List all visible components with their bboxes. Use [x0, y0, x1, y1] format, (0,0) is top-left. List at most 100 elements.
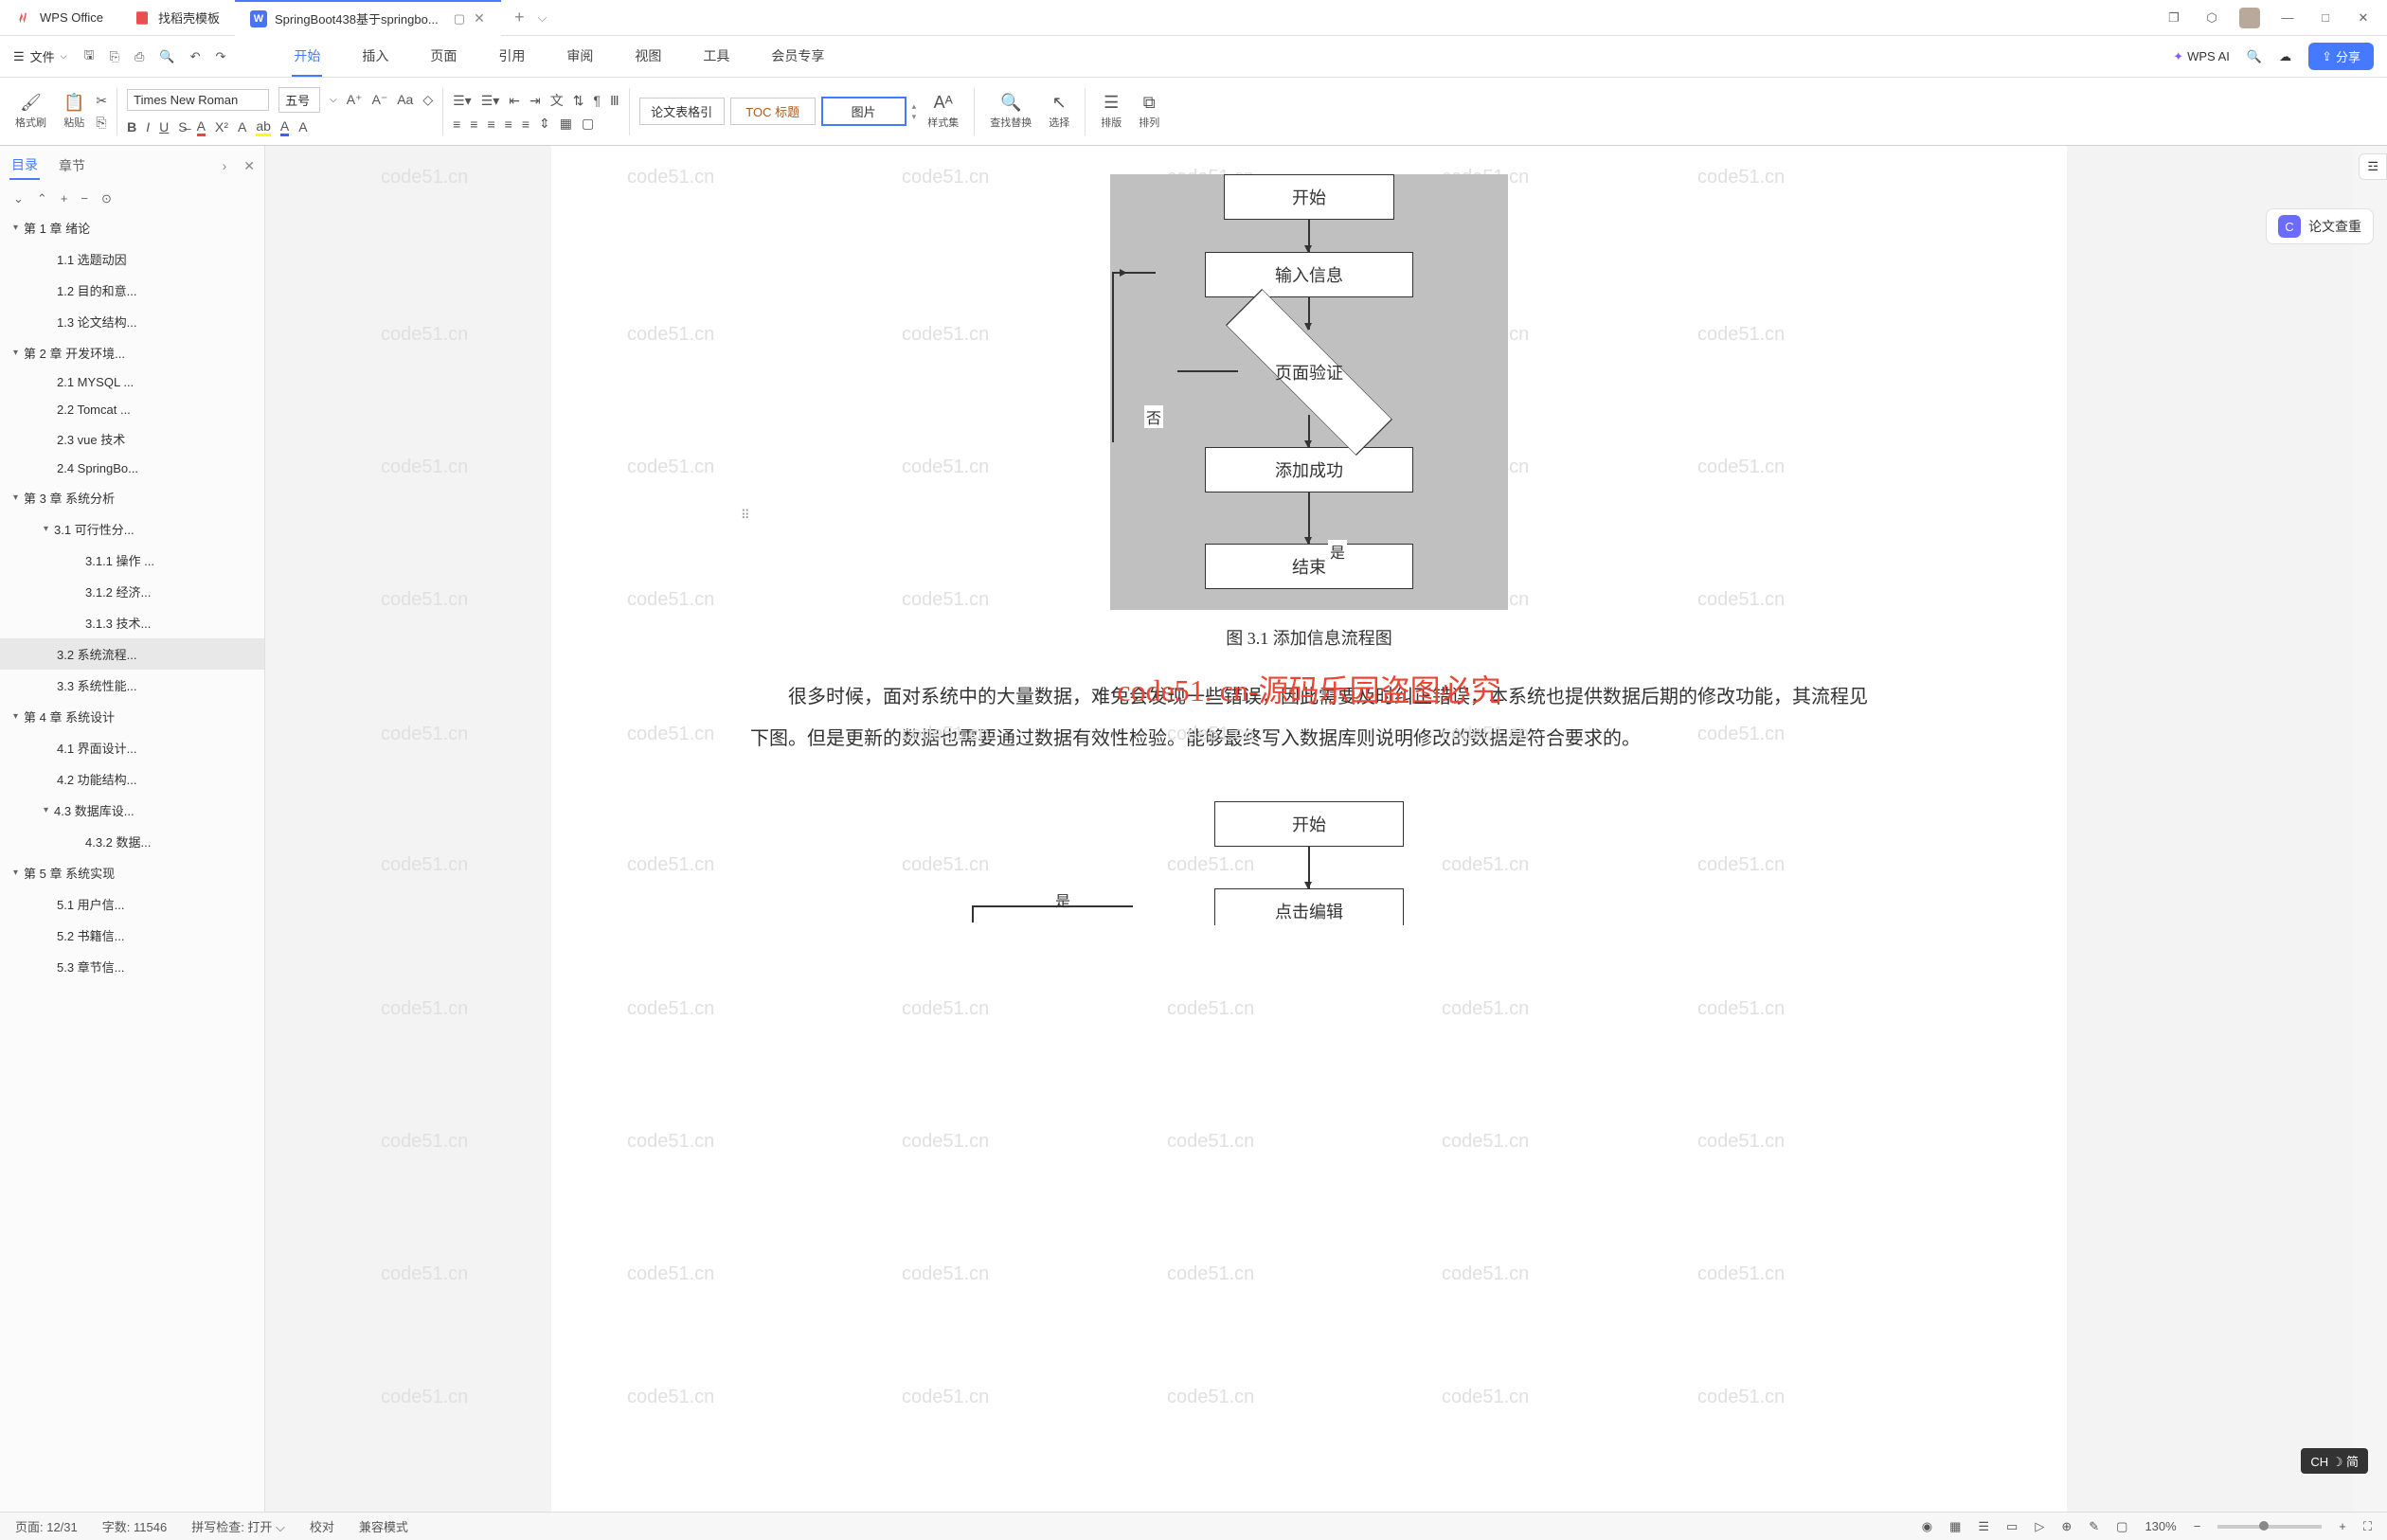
outline-item[interactable]: 4.3.2 数据... — [0, 826, 264, 857]
decrease-indent-icon[interactable]: ⇤ — [509, 93, 520, 109]
export-icon[interactable]: ⎘ — [110, 49, 119, 64]
outline-item[interactable]: 3.3 系统性能... — [0, 670, 264, 701]
new-tab-button[interactable]: + — [501, 8, 538, 27]
chevron-down-icon[interactable]: ⌵ — [330, 95, 337, 105]
outline-item[interactable]: ▾4.3 数据库设... — [0, 795, 264, 826]
outline-item[interactable]: ▾第 4 章 系统设计 — [0, 701, 264, 732]
tab-view[interactable]: 视图 — [633, 37, 663, 77]
tab-reference[interactable]: 引用 — [496, 37, 527, 77]
present-icon[interactable]: ▢ — [454, 11, 465, 27]
caret-icon[interactable]: ▾ — [13, 348, 18, 358]
underline-icon[interactable]: U — [159, 119, 169, 134]
outline-item[interactable]: 1.3 论文结构... — [0, 306, 264, 337]
distribute-icon[interactable]: ≡ — [522, 116, 529, 132]
multiwindow-icon[interactable]: ❐ — [2163, 8, 2184, 28]
bullet-list-icon[interactable]: ☰▾ — [453, 93, 472, 109]
outline-item[interactable]: 2.3 vue 技术 — [0, 423, 264, 455]
italic-icon[interactable]: I — [146, 119, 150, 134]
number-list-icon[interactable]: ☰▾ — [481, 93, 500, 109]
writing-mode-icon[interactable]: Ⅲ — [610, 93, 619, 109]
flowchart-1[interactable]: 开始 输入信息 否 页面验证 是 添加成功 — [1110, 174, 1508, 610]
align-center-icon[interactable]: ≡ — [470, 116, 477, 132]
outline-item[interactable]: 2.1 MYSQL ... — [0, 368, 264, 396]
caret-icon[interactable]: ▾ — [44, 524, 48, 534]
align-justify-icon[interactable]: ≡ — [505, 116, 512, 132]
collapse-up-icon[interactable]: ⌃ — [37, 191, 47, 206]
outline-item[interactable]: 2.2 Tomcat ... — [0, 396, 264, 423]
clear-format-icon[interactable]: ◇ — [422, 92, 433, 108]
tab-document-active[interactable]: W SpringBoot438基于springbo... ▢ ✕ — [235, 0, 501, 36]
style-item-image[interactable]: 图片 — [821, 97, 906, 126]
caret-icon[interactable]: ▾ — [13, 492, 18, 503]
tab-insert[interactable]: 插入 — [360, 37, 390, 77]
tab-page[interactable]: 页面 — [428, 37, 458, 77]
format-painter-button[interactable]: 🖌 格式刷 — [9, 91, 52, 132]
ime-indicator[interactable]: CH ☽ 简 — [2301, 1448, 2368, 1474]
pencil-icon[interactable]: ✎ — [2089, 1519, 2099, 1534]
outline-item[interactable]: 5.3 章节信... — [0, 951, 264, 982]
close-icon[interactable]: ✕ — [243, 158, 255, 174]
tab-tools[interactable]: 工具 — [701, 37, 731, 77]
strikethrough-icon[interactable]: S̶ — [178, 119, 187, 134]
outline-item[interactable]: 3.1.2 经济... — [0, 576, 264, 607]
tab-review[interactable]: 审阅 — [565, 37, 595, 77]
superscript-icon[interactable]: X² — [215, 119, 228, 134]
add-icon[interactable]: + — [61, 191, 68, 206]
outline-item[interactable]: 1.2 目的和意... — [0, 275, 264, 306]
line-spacing-icon[interactable]: ⇅ — [573, 93, 584, 109]
font-family-select[interactable]: Times New Roman — [127, 89, 269, 111]
outline-item[interactable]: 4.2 功能结构... — [0, 763, 264, 795]
view-web-icon[interactable]: ☰ — [1978, 1519, 1989, 1534]
fullscreen-icon[interactable]: ⛶ — [2363, 1519, 2372, 1534]
tab-home[interactable]: 开始 — [292, 37, 322, 77]
globe-icon[interactable]: ⊕ — [2061, 1519, 2072, 1534]
expand-down-icon[interactable]: ⌄ — [13, 191, 24, 206]
outline-item[interactable]: ▾第 2 章 开发环境... — [0, 337, 264, 368]
outline-item[interactable]: ▾第 1 章 绪论 — [0, 212, 264, 243]
status-spelling[interactable]: 拼写检查: 打开 ⌵ — [191, 1517, 285, 1535]
remove-icon[interactable]: − — [81, 191, 88, 206]
highlight-icon[interactable]: ab — [256, 118, 271, 136]
print-icon[interactable]: ⎙ — [135, 49, 144, 64]
outline-item[interactable]: 5.2 书籍信... — [0, 920, 264, 951]
bold-icon[interactable]: B — [127, 119, 136, 134]
reading-icon[interactable]: ▷ — [2035, 1519, 2044, 1534]
file-menu[interactable]: ☰ 文件 ⌵ — [13, 47, 67, 65]
caret-icon[interactable]: ▾ — [44, 805, 48, 815]
outline-item[interactable]: 3.1.1 操作 ... — [0, 545, 264, 576]
cloud-icon[interactable]: ☁ — [2279, 49, 2291, 64]
wps-ai-button[interactable]: ✦ WPS AI — [2173, 49, 2230, 64]
style-scroll[interactable]: ▴▾ — [912, 101, 917, 122]
close-icon[interactable]: ✕ — [473, 12, 486, 26]
text-direction-icon[interactable]: 文 — [550, 91, 564, 110]
outline-list[interactable]: ▾第 1 章 绪论1.1 选题动因1.2 目的和意...1.3 论文结构...▾… — [0, 212, 264, 1512]
avatar-icon[interactable] — [2239, 8, 2260, 28]
tab-member[interactable]: 会员专享 — [769, 37, 826, 77]
caret-icon[interactable]: ▾ — [13, 711, 18, 722]
outline-tab-sections[interactable]: 章节 — [57, 152, 87, 179]
close-window-icon[interactable]: ✕ — [2353, 8, 2374, 28]
find-replace-button[interactable]: 🔍 查找替换 — [984, 91, 1037, 132]
change-case-icon[interactable]: Aa — [397, 92, 413, 107]
share-button[interactable]: ⇪ 分享 — [2308, 43, 2374, 70]
border-icon[interactable]: ▢ — [582, 116, 594, 132]
line-height-icon[interactable]: ⇕ — [539, 116, 550, 132]
outline-item[interactable]: ▾第 5 章 系统实现 — [0, 857, 264, 888]
collapse-rail-button[interactable]: ☲ — [2359, 153, 2387, 180]
align-right-icon[interactable]: ≡ — [487, 116, 494, 132]
zoom-value[interactable]: 130% — [2145, 1519, 2176, 1533]
increase-indent-icon[interactable]: ⇥ — [529, 93, 541, 109]
chevron-right-icon[interactable]: › — [223, 158, 227, 173]
emphasis-icon[interactable]: A — [238, 119, 246, 134]
outline-item[interactable]: ▾3.1 可行性分... — [0, 513, 264, 545]
tab-templates[interactable]: 找稻壳模板 — [118, 0, 235, 36]
print-preview-icon[interactable]: 🔍 — [159, 49, 174, 64]
save-icon[interactable]: 🖫 — [84, 46, 95, 67]
decrease-font-icon[interactable]: A⁻ — [371, 92, 387, 108]
shading-icon[interactable]: A — [298, 119, 307, 134]
status-proof[interactable]: 校对 — [310, 1517, 334, 1535]
settings-icon[interactable]: ⊙ — [101, 191, 112, 206]
view-focus-icon[interactable]: ◉ — [1922, 1519, 1932, 1534]
outline-item[interactable]: 2.4 SpringBo... — [0, 455, 264, 482]
drag-handle-icon[interactable]: ⠿ — [741, 508, 750, 523]
